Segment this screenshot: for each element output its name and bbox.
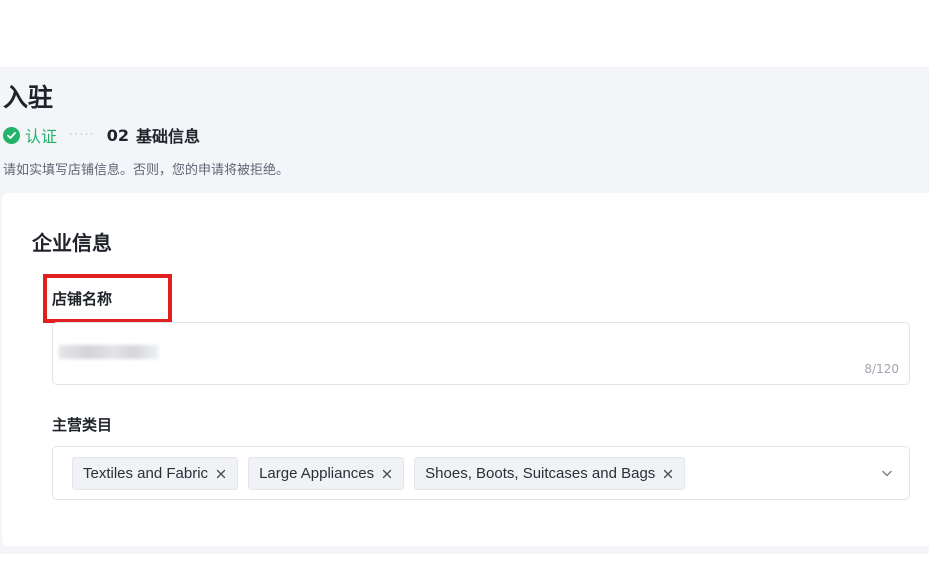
enterprise-info-card: 企业信息 店铺名称 8/120 主营类目 Textiles and Fabric… — [2, 193, 929, 546]
close-icon[interactable] — [381, 468, 393, 480]
notice-text: 请如实填写店铺信息。否则，您的申请将被拒绝。 — [3, 163, 290, 178]
page: 入驻 认证 ····· 02 基础信息 请如实填写店铺信息。否则，您的申请将被拒… — [0, 0, 929, 580]
main-category-select[interactable]: Textiles and Fabric Large Appliances Sho… — [52, 446, 910, 500]
step-1-label: 认证 — [25, 127, 58, 146]
category-tag: Textiles and Fabric — [72, 457, 239, 490]
close-icon[interactable] — [662, 468, 674, 480]
check-circle-icon — [3, 126, 20, 144]
step-2-label: 基础信息 — [135, 127, 200, 146]
close-icon[interactable] — [215, 468, 227, 480]
store-name-input[interactable] — [59, 337, 839, 359]
steps-indicator: 认证 ····· 02 基础信息 — [3, 123, 200, 147]
category-tag-label: Shoes, Boots, Suitcases and Bags — [425, 465, 656, 482]
category-tag: Large Appliances — [248, 457, 405, 490]
step-separator: ····· — [69, 127, 95, 143]
highlight-annotation — [43, 274, 172, 323]
category-tag-label: Textiles and Fabric — [83, 465, 209, 482]
section-title: 企业信息 — [32, 231, 112, 255]
redacted-value — [59, 345, 159, 359]
main-category-label: 主营类目 — [52, 416, 113, 434]
page-title: 入驻 — [3, 83, 54, 112]
char-counter: 8/120 — [864, 362, 899, 376]
category-tag-label: Large Appliances — [259, 465, 375, 482]
store-name-field[interactable]: 8/120 — [52, 322, 910, 385]
category-tag: Shoes, Boots, Suitcases and Bags — [414, 457, 686, 490]
step-2-number: 02 — [106, 125, 129, 145]
chevron-down-icon[interactable] — [881, 467, 893, 479]
category-tags: Textiles and Fabric Large Appliances Sho… — [72, 457, 686, 490]
